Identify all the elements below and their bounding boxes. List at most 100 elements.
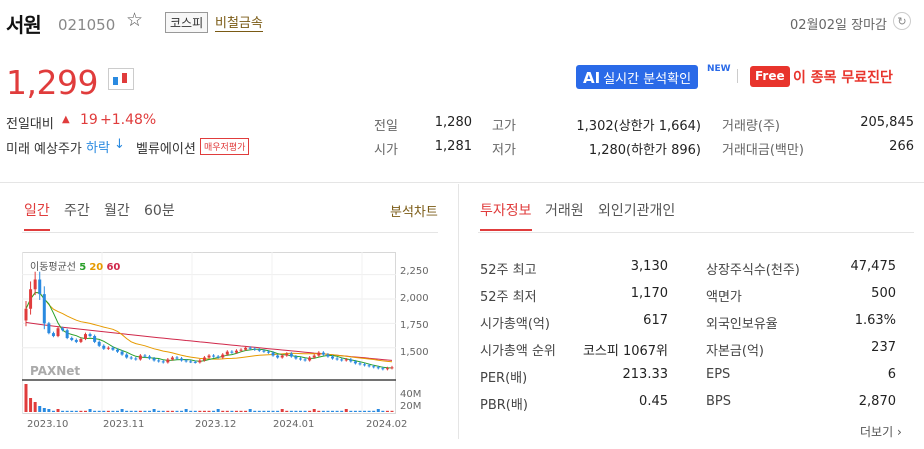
candle xyxy=(106,347,110,349)
volume-bar xyxy=(239,410,243,412)
volume-bar xyxy=(312,409,316,412)
ma5-label: 5 xyxy=(79,262,87,273)
info-value: 47,475 xyxy=(850,259,897,274)
candle xyxy=(166,359,170,363)
candle xyxy=(184,360,188,362)
volume-bar xyxy=(317,410,321,412)
volume-tick: 40M xyxy=(400,389,422,400)
volume-bar xyxy=(381,410,385,412)
volume-bar xyxy=(120,409,124,412)
amount-label: 거래대금(백만) xyxy=(722,143,804,158)
candle xyxy=(367,365,371,367)
candle xyxy=(102,345,106,349)
volume-bar xyxy=(74,410,78,412)
candle xyxy=(308,357,312,361)
volume-bar xyxy=(102,410,106,412)
candle xyxy=(65,330,69,338)
candle xyxy=(244,347,248,350)
volume-bar xyxy=(175,410,179,412)
volume-bar xyxy=(166,410,170,412)
volume-bar xyxy=(285,410,289,412)
info-label: 시가총액(억) xyxy=(480,317,550,332)
candle xyxy=(157,360,161,362)
star-outline-icon[interactable]: ☆ xyxy=(126,9,143,31)
x-tick: 2023.10 xyxy=(27,419,69,430)
volume-bar xyxy=(363,410,367,412)
tab-investors[interactable]: 외인기관개인 xyxy=(598,200,675,220)
tab-brokers[interactable]: 거래원 xyxy=(545,200,584,220)
volume-bar xyxy=(280,409,284,412)
y-tick: 2,000 xyxy=(400,293,429,304)
ma20-label: 20 xyxy=(89,262,104,273)
refresh-icon[interactable]: ↻ xyxy=(893,12,911,30)
candle xyxy=(239,349,243,351)
more-link[interactable]: 더보기 › xyxy=(860,423,902,440)
tab-60min[interactable]: 60분 xyxy=(144,200,175,220)
volume-bar xyxy=(207,410,211,412)
analysis-chart-link[interactable]: 분석차트 xyxy=(390,201,438,220)
candle xyxy=(180,358,184,361)
info-label: 시가총액 순위 xyxy=(480,344,556,359)
volume-bar xyxy=(376,409,380,412)
volume-bar xyxy=(170,410,174,412)
volume-bar xyxy=(212,410,216,412)
volume-bar xyxy=(51,410,55,412)
free-diagnosis-link[interactable]: 이 종목 무료진단 xyxy=(793,67,893,87)
candle xyxy=(170,357,174,360)
volume-bar xyxy=(93,410,97,412)
volume-bar xyxy=(56,409,60,412)
info-value: 213.33 xyxy=(622,367,669,382)
candle xyxy=(143,355,147,357)
ai-analysis-button[interactable]: AI 실시간 분석확인 xyxy=(576,65,699,89)
valuation-tag[interactable]: 매우저평가 xyxy=(200,138,250,155)
tab-daily[interactable]: 일간 xyxy=(24,200,50,220)
volume-bar xyxy=(216,409,220,412)
volume-bar xyxy=(262,410,266,412)
volume-bar xyxy=(198,410,202,412)
candle xyxy=(38,279,42,295)
candle xyxy=(335,358,339,360)
volume-bar xyxy=(349,410,353,412)
low-label: 저가 xyxy=(492,143,516,158)
volume-bar xyxy=(138,410,142,412)
candle xyxy=(216,356,220,358)
candle xyxy=(234,350,238,353)
volume-bar xyxy=(326,410,330,412)
candle xyxy=(331,356,335,359)
volume-bar xyxy=(367,410,371,412)
candle xyxy=(353,361,357,364)
stock-name: 서원 xyxy=(6,13,42,37)
high-label: 고가 xyxy=(492,119,516,134)
candle xyxy=(372,366,376,368)
y-tick: 1,750 xyxy=(400,320,429,331)
candle xyxy=(29,289,33,309)
candle-chart-icon[interactable] xyxy=(108,68,134,90)
info-value: 0.45 xyxy=(639,394,668,409)
volume-bar xyxy=(321,410,325,412)
tab-invest-info[interactable]: 투자정보 xyxy=(480,200,532,220)
candle xyxy=(116,349,119,352)
active-tab-indicator xyxy=(24,229,50,231)
sector-link[interactable]: 비철금속 xyxy=(215,12,263,32)
volume-bar xyxy=(129,410,133,412)
forecast-value[interactable]: 하락 xyxy=(86,137,110,156)
ma-legend-title: 이동평균선 xyxy=(30,262,76,273)
more-label: 더보기 xyxy=(860,425,894,439)
price-chart[interactable] xyxy=(22,252,396,414)
candle xyxy=(42,294,46,324)
volume-bar xyxy=(61,410,65,412)
high-value: 1,302(상한가 1,664) xyxy=(576,119,701,134)
volume-bar xyxy=(24,384,28,412)
tab-monthly[interactable]: 월간 xyxy=(104,200,130,220)
volume-bar xyxy=(276,410,280,412)
info-value: 2,870 xyxy=(858,394,896,409)
up-arrow-icon: ▲ xyxy=(62,114,70,125)
candle xyxy=(358,363,362,365)
market-close-date: 02월02일 장마감 xyxy=(790,18,888,33)
volume-bar xyxy=(184,409,188,412)
volume-bar xyxy=(385,410,389,412)
volume-bar xyxy=(234,410,238,412)
info-value: 237 xyxy=(871,340,896,355)
column-divider xyxy=(458,184,459,439)
tab-weekly[interactable]: 주간 xyxy=(64,200,90,220)
